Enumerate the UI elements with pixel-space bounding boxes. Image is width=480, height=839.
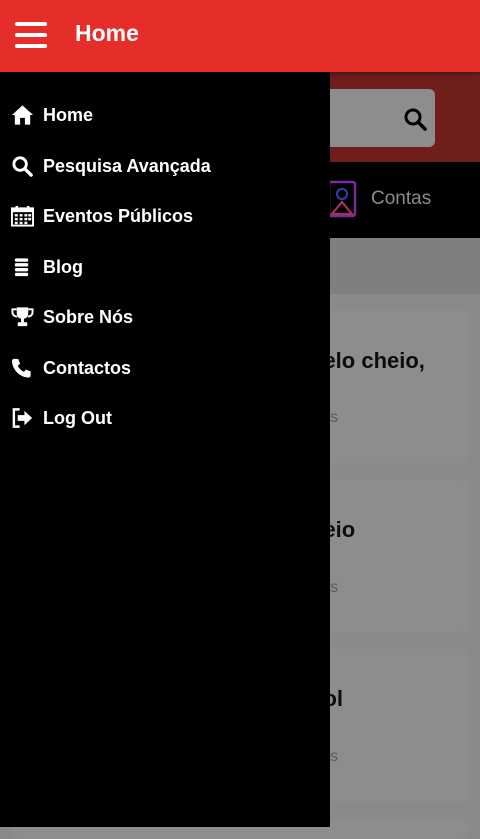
search-icon[interactable]: [403, 107, 427, 131]
drawer-item-public-events[interactable]: Eventos Públicos: [0, 195, 330, 239]
home-icon: [11, 105, 34, 125]
trophy-icon: [11, 307, 34, 327]
card-subtitle: s: [330, 748, 338, 765]
menu-button[interactable]: [15, 22, 47, 48]
drawer-item-label: Home: [43, 105, 94, 125]
database-icon: [14, 258, 29, 277]
logout-icon: [12, 408, 33, 428]
drawer-item-label: Eventos Públicos: [43, 206, 194, 226]
drawer-item-label: Pesquisa Avançada: [43, 156, 211, 176]
drawer-item-label: Sobre Nós: [43, 307, 134, 327]
page-title: Home: [75, 20, 139, 46]
app-bar: Home: [0, 0, 480, 72]
phone-icon: [11, 358, 31, 378]
search-icon: [12, 156, 33, 177]
drawer-item-log-out[interactable]: Log Out: [0, 397, 330, 441]
drawer-item-home[interactable]: Home: [0, 94, 330, 138]
drawer-item-label: Log Out: [43, 408, 112, 428]
drawer-item-about-us[interactable]: Sobre Nós: [0, 296, 330, 340]
card-subtitle: s: [330, 409, 338, 426]
calendar-icon: [11, 205, 34, 227]
drawer-item-label: Blog: [43, 257, 83, 277]
navigation-drawer: Home Pesquisa Avançada Eventos Públicos: [0, 72, 330, 827]
accounts-tab-icon[interactable]: [325, 180, 359, 218]
card-subtitle: s: [330, 579, 338, 596]
tab-contas[interactable]: Contas: [371, 188, 431, 210]
drawer-item-advanced-search[interactable]: Pesquisa Avançada: [0, 145, 330, 189]
drawer-item-label: Contactos: [43, 358, 132, 378]
drawer-item-contacts[interactable]: Contactos: [0, 347, 330, 391]
drawer-item-blog[interactable]: Blog: [0, 246, 330, 290]
